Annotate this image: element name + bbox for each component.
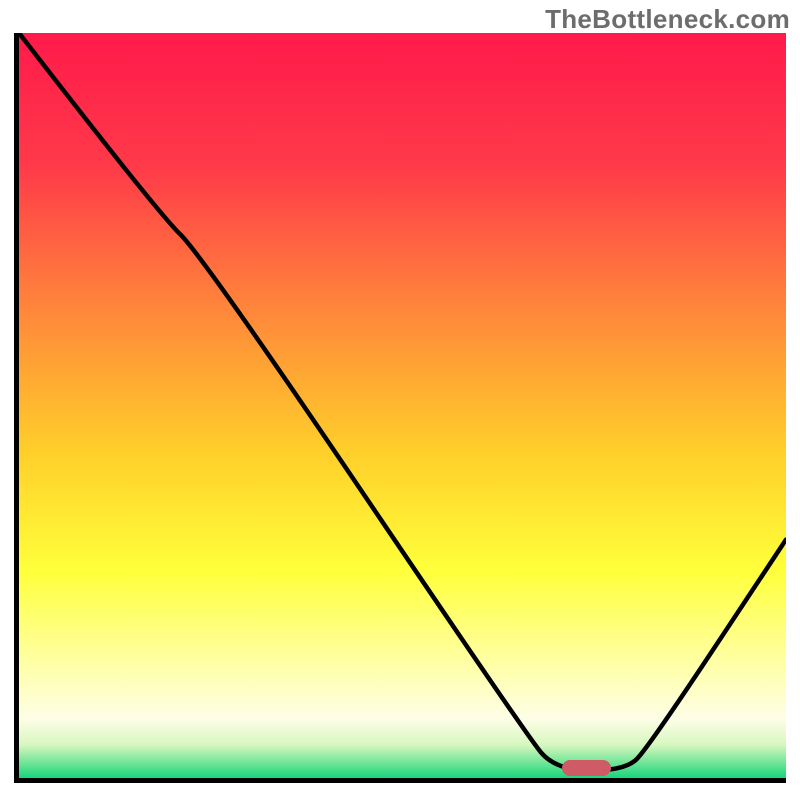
optimal-range-marker — [562, 760, 612, 776]
heatmap-gradient — [19, 33, 786, 778]
bottleneck-chart: TheBottleneck.com — [0, 0, 800, 800]
watermark-text: TheBottleneck.com — [545, 4, 790, 35]
